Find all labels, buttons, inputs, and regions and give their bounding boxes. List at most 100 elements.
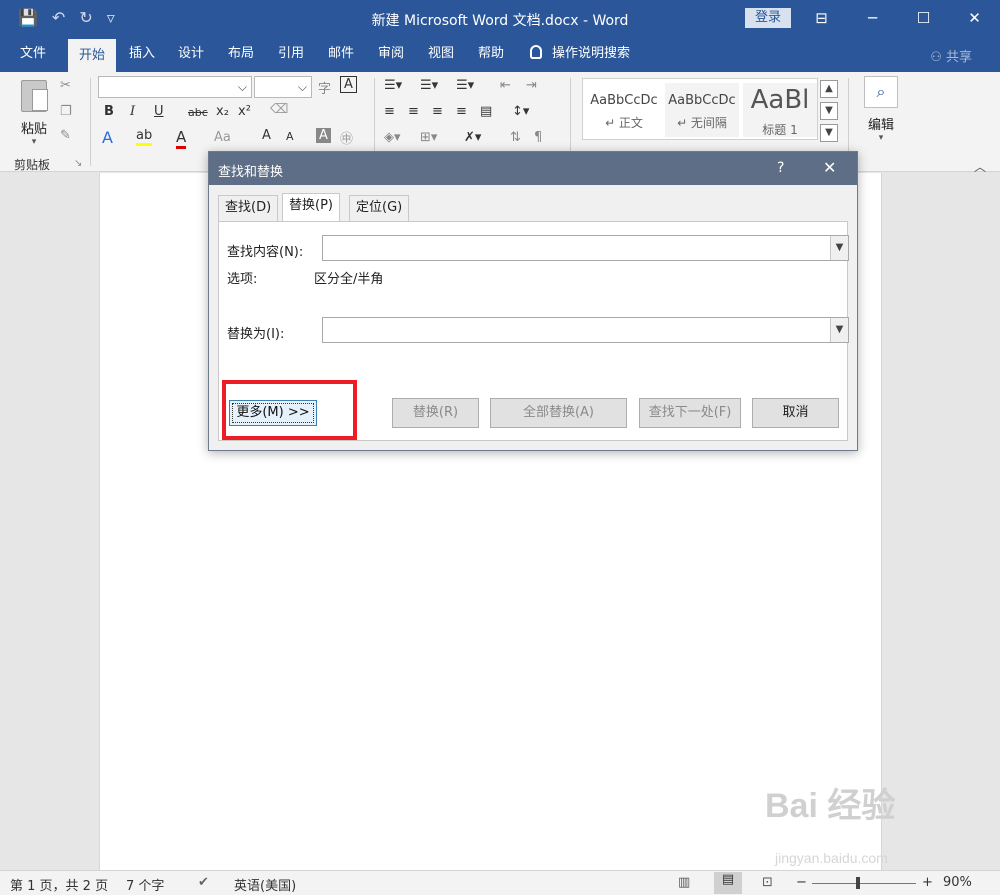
grow-font-icon[interactable]: A: [262, 128, 271, 143]
justify-icon[interactable]: ≡: [456, 104, 467, 119]
editing-button[interactable]: ⌕ 编辑 ▾: [858, 76, 904, 143]
increase-indent-icon[interactable]: ⇥: [526, 78, 537, 93]
help-button[interactable]: ?: [777, 160, 784, 176]
web-layout-icon[interactable]: ⊡: [762, 875, 773, 890]
style-name: ↵ 无间隔: [677, 116, 727, 130]
style-name: 标题 1: [762, 123, 798, 137]
italic-button[interactable]: I: [130, 104, 135, 119]
chinese-layout-icon[interactable]: ✗▾: [464, 130, 481, 145]
align-left-icon[interactable]: ≡: [384, 104, 395, 119]
tab-insert[interactable]: 插入: [120, 36, 164, 72]
underline-button[interactable]: U: [154, 104, 164, 119]
font-size-combobox[interactable]: ⌵: [254, 76, 312, 98]
subscript-button[interactable]: x₂: [216, 104, 229, 119]
enclose-characters-icon[interactable]: ㊥: [340, 128, 353, 147]
tab-design[interactable]: 设计: [170, 36, 212, 72]
replace-all-button[interactable]: 全部替换(A): [490, 398, 627, 428]
find-next-button[interactable]: 查找下一处(F): [639, 398, 741, 428]
format-painter-icon[interactable]: ✎: [60, 128, 71, 143]
language-indicator[interactable]: 英语(美国): [234, 875, 296, 894]
dialog-close-button[interactable]: ✕: [823, 158, 836, 177]
editing-label: 编辑: [867, 118, 894, 133]
clipboard-launcher-icon[interactable]: ↘: [74, 158, 82, 169]
watermark: Bai 经验: [765, 787, 896, 825]
tab-goto[interactable]: 定位(G): [349, 195, 410, 221]
replace-with-label: 替换为(I):: [227, 327, 285, 342]
shrink-font-icon[interactable]: A: [286, 130, 294, 143]
tab-review[interactable]: 审阅: [370, 36, 412, 72]
sort-icon[interactable]: ⇅: [510, 130, 521, 145]
zoom-out-button[interactable]: −: [796, 875, 807, 890]
tab-view[interactable]: 视图: [420, 36, 462, 72]
tab-layout[interactable]: 布局: [220, 36, 262, 72]
gallery-up-icon[interactable]: ▲: [820, 80, 838, 98]
ribbon-display-options-icon[interactable]: ⊟: [796, 0, 847, 36]
tab-help[interactable]: 帮助: [470, 36, 512, 72]
print-layout-icon[interactable]: ▤: [714, 872, 742, 894]
gallery-more-icon[interactable]: ▼: [820, 124, 838, 142]
replace-button[interactable]: 替换(R): [392, 398, 479, 428]
paste-button[interactable]: 粘贴 ▾: [14, 80, 54, 150]
login-button[interactable]: 登录: [745, 8, 791, 28]
clear-formatting-icon[interactable]: ⌫: [270, 102, 288, 117]
cut-icon[interactable]: ✂: [60, 78, 71, 93]
proofing-icon[interactable]: ✔: [198, 875, 209, 890]
show-marks-icon[interactable]: ¶: [534, 130, 542, 145]
tab-file[interactable]: 文件: [10, 36, 56, 72]
phonetic-guide-icon[interactable]: 字: [318, 78, 331, 97]
style-heading1[interactable]: AaBl 标题 1: [743, 83, 817, 137]
zoom-slider[interactable]: [812, 883, 916, 884]
char-shading-icon[interactable]: A: [316, 128, 331, 143]
text-effects-icon[interactable]: A: [102, 128, 113, 147]
cancel-button[interactable]: 取消: [752, 398, 839, 428]
gallery-down-icon[interactable]: ▼: [820, 102, 838, 120]
status-bar: 第 1 页，共 2 页 7 个字 ✔ 英语(美国) ▥ ▤ ⊡ − + 90%: [0, 870, 1000, 895]
font-name-combobox[interactable]: ⌵: [98, 76, 252, 98]
tab-home[interactable]: 开始: [68, 39, 116, 72]
customize-qat-icon[interactable]: ▿: [107, 8, 115, 28]
word-count[interactable]: 7 个字: [126, 875, 164, 894]
tab-references[interactable]: 引用: [270, 36, 312, 72]
undo-icon[interactable]: ↶: [52, 8, 65, 28]
bold-button[interactable]: B: [104, 104, 114, 119]
chevron-down-icon[interactable]: ▼: [830, 318, 848, 342]
align-right-icon[interactable]: ≡: [432, 104, 443, 119]
superscript-button[interactable]: x²: [238, 104, 251, 119]
share-button[interactable]: ⚇ 共享: [930, 46, 972, 65]
font-color-icon[interactable]: A: [176, 128, 187, 149]
redo-icon[interactable]: ↻: [79, 8, 92, 28]
tab-mailings[interactable]: 邮件: [320, 36, 362, 72]
line-spacing-icon[interactable]: ↕▾: [512, 104, 529, 119]
read-mode-icon[interactable]: ▥: [678, 875, 690, 890]
close-window-button[interactable]: ✕: [949, 0, 1000, 36]
save-icon[interactable]: 💾: [18, 8, 38, 28]
copy-icon[interactable]: ❐: [60, 104, 72, 119]
zoom-level[interactable]: 90%: [943, 875, 972, 890]
page-count[interactable]: 第 1 页，共 2 页: [10, 875, 108, 894]
replace-with-input[interactable]: ▼: [322, 317, 849, 343]
highlight-icon[interactable]: ab: [136, 128, 153, 146]
tab-replace[interactable]: 替换(P): [282, 193, 340, 222]
change-case-icon[interactable]: Aa: [214, 130, 231, 145]
find-what-input[interactable]: ▼: [322, 235, 849, 261]
style-normal[interactable]: AaBbCcDc ↵ 正文: [587, 83, 661, 137]
distributed-icon[interactable]: ▤: [480, 104, 492, 119]
char-border-icon[interactable]: A: [340, 76, 357, 93]
paste-dropdown-icon: ▾: [31, 137, 37, 147]
maximize-button[interactable]: ☐: [898, 0, 949, 36]
numbering-icon[interactable]: ☰▾: [420, 78, 438, 93]
decrease-indent-icon[interactable]: ⇤: [500, 78, 511, 93]
tell-me-search[interactable]: 操作说明搜索: [530, 36, 630, 72]
strikethrough-button[interactable]: abc: [188, 106, 208, 119]
align-center-icon[interactable]: ≡: [408, 104, 419, 119]
tab-find[interactable]: 查找(D): [218, 195, 279, 221]
borders-icon[interactable]: ⊞▾: [420, 130, 437, 145]
style-no-spacing[interactable]: AaBbCcDc ↵ 无间隔: [665, 83, 739, 137]
bullets-icon[interactable]: ☰▾: [384, 78, 402, 93]
chevron-down-icon[interactable]: ▼: [830, 236, 848, 260]
zoom-slider-thumb[interactable]: [856, 877, 860, 889]
multilevel-list-icon[interactable]: ☰▾: [456, 78, 474, 93]
shading-icon[interactable]: ◈▾: [384, 130, 401, 145]
zoom-in-button[interactable]: +: [922, 875, 933, 890]
minimize-button[interactable]: ─: [847, 0, 898, 36]
